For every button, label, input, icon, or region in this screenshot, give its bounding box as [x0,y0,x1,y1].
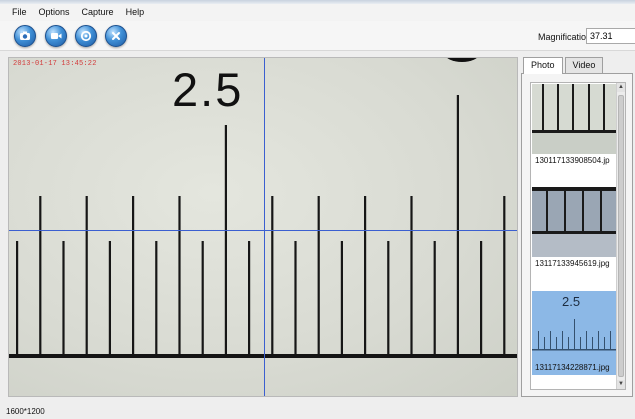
scroll-down-icon[interactable]: ▼ [617,380,625,389]
settings-button[interactable] [75,25,97,47]
ruler-tick [62,241,65,354]
ruler-tick [271,196,274,354]
ruler-tick [340,241,343,354]
menu-bar: File Options Capture Help [0,4,635,21]
ruler-tick [201,241,204,354]
video-camera-icon [51,33,62,39]
ruler-tick [16,241,19,354]
ruler-tick [456,95,459,354]
gallery-panel: Photo Video 130117133908504.jp 131171339… [521,57,633,397]
thumbnail-list: 130117133908504.jp 13117133945619.jpg 2.… [530,82,626,390]
magnification-input[interactable] [586,28,635,44]
gear-icon [80,30,92,42]
crosshair-vertical [264,58,265,396]
ruler-tick [155,241,158,354]
ruler-tick [224,125,227,354]
ruler-tick [248,241,251,354]
close-icon [112,32,120,40]
menu-help[interactable]: Help [120,4,151,21]
snapshot-button[interactable] [14,25,36,47]
ruler-tick [39,196,42,354]
ruler-tick [85,196,88,354]
ruler-tick [433,241,436,354]
ruler-tick [387,241,390,354]
menu-file[interactable]: File [6,4,33,21]
camera-icon [20,31,30,40]
thumbnail-caption: 130117133908504.jp [535,156,610,165]
resolution-text: 1600*1200 [6,407,45,416]
thumbnail-image [532,187,616,257]
tab-video[interactable]: Video [564,57,604,73]
scroll-up-icon[interactable]: ▲ [617,83,625,92]
ruler-tick [480,241,483,354]
ruler-tick [132,196,135,354]
ruler-tick [364,196,367,354]
tab-photo[interactable]: Photo [523,57,563,74]
camera-view[interactable]: 2.5 2013-01-17 13:45:22 [8,57,518,397]
record-button[interactable] [45,25,67,47]
ruler-tick [178,196,181,354]
thumbnail-caption: 13117134228871.jpg [532,361,616,375]
thumbnail-item[interactable]: 130117133908504.jp [532,84,616,168]
menu-capture[interactable]: Capture [76,4,120,21]
capture-timestamp: 2013-01-17 13:45:22 [13,60,97,68]
ruler-ticks [9,58,517,396]
gallery-body: 130117133908504.jp 13117133945619.jpg 2.… [521,73,633,397]
ruler-tick [108,241,111,354]
ruler-number: 2.5 [172,63,244,116]
menu-options[interactable]: Options [33,4,76,21]
crosshair-horizontal [9,230,517,231]
close-button[interactable] [105,25,127,47]
thumbnail-item-selected[interactable]: 2.5 13117134228871.jpg [532,291,616,375]
thumbnail-image: 2.5 [532,291,616,361]
thumbnail-image [532,84,616,154]
scroll-thumb[interactable] [618,95,624,377]
thumbnail-item[interactable]: 13117133945619.jpg [532,187,616,271]
status-bar: 1600*1200 [0,406,635,419]
gallery-tabs: Photo Video [523,57,605,74]
thumbnail-caption: 13117133945619.jpg [535,259,610,268]
ruler-tick [503,196,506,354]
ruler-tick [317,196,320,354]
thumbnail-scrollbar[interactable]: ▲ ▼ [616,83,625,389]
ruler-tick [410,196,413,354]
ruler-tick [294,241,297,354]
ruler-baseline [9,354,517,358]
thumbnail-overlay-label: 2.5 [562,294,581,309]
